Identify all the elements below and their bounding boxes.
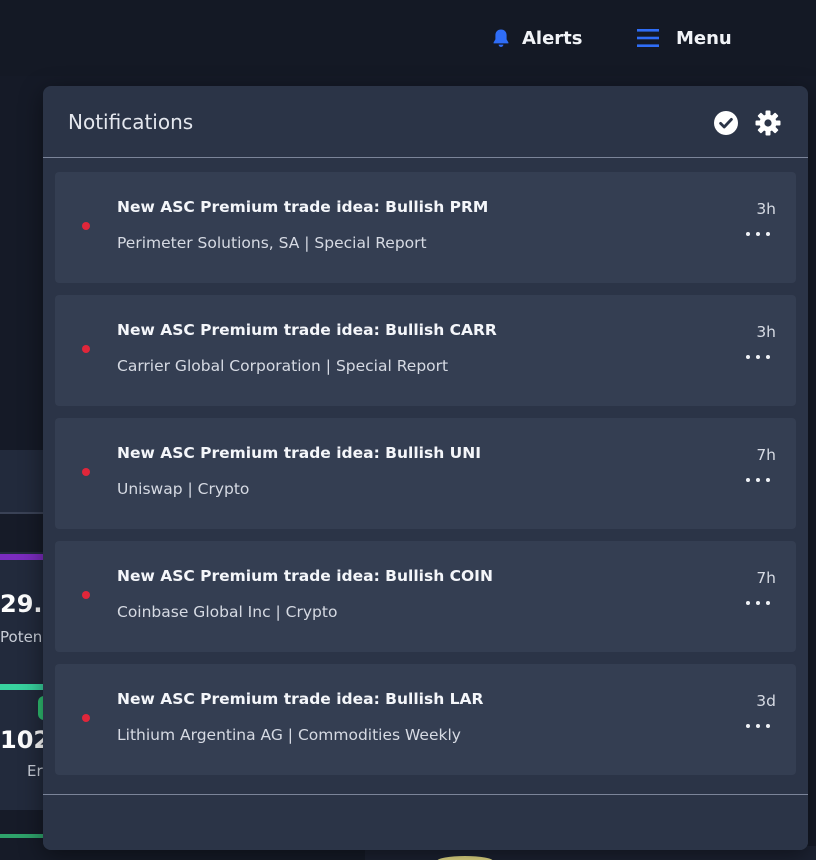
background-label: Poten	[0, 628, 43, 646]
menu-button[interactable]: Menu	[636, 22, 732, 54]
notification-title: New ASC Premium trade idea: Bullish LAR	[117, 690, 484, 708]
notification-time: 7h	[756, 446, 776, 464]
notification-title: New ASC Premium trade idea: Bullish CARR	[117, 321, 497, 339]
alerts-label: Alerts	[522, 27, 583, 49]
notification-list: New ASC Premium trade idea: Bullish PRM …	[55, 172, 796, 787]
notification-title: New ASC Premium trade idea: Bullish COIN	[117, 567, 493, 585]
unread-indicator	[82, 714, 90, 722]
notification-subtitle: Lithium Argentina AG | Commodities Weekl…	[117, 726, 461, 744]
notification-subtitle: Perimeter Solutions, SA | Special Report	[117, 234, 427, 252]
coin-icon	[437, 856, 493, 860]
check-circle-icon[interactable]	[713, 110, 739, 136]
notification-item[interactable]: New ASC Premium trade idea: Bullish CARR…	[55, 295, 796, 406]
panel-title: Notifications	[68, 110, 194, 134]
notification-subtitle: Carrier Global Corporation | Special Rep…	[117, 357, 449, 375]
hamburger-menu-icon	[636, 26, 660, 50]
notification-item[interactable]: New ASC Premium trade idea: Bullish PRM …	[55, 172, 796, 283]
notification-item[interactable]: New ASC Premium trade idea: Bullish LAR …	[55, 664, 796, 775]
unread-indicator	[82, 222, 90, 230]
notification-title: New ASC Premium trade idea: Bullish UNI	[117, 444, 481, 462]
notification-time: 3h	[756, 323, 776, 341]
notification-subtitle: Uniswap | Crypto	[117, 480, 250, 498]
notifications-header: Notifications	[43, 86, 808, 158]
more-options-icon[interactable]	[746, 720, 770, 732]
more-options-icon[interactable]	[746, 597, 770, 609]
more-options-icon[interactable]	[746, 351, 770, 363]
more-options-icon[interactable]	[746, 228, 770, 240]
alerts-button[interactable]: Alerts	[490, 22, 583, 54]
unread-indicator	[82, 591, 90, 599]
more-options-icon[interactable]	[746, 474, 770, 486]
notification-title: New ASC Premium trade idea: Bullish PRM	[117, 198, 489, 216]
menu-label: Menu	[676, 27, 732, 49]
unread-indicator	[82, 345, 90, 353]
notification-item[interactable]: New ASC Premium trade idea: Bullish UNI …	[55, 418, 796, 529]
background-label: Er	[27, 762, 43, 780]
top-bar: Alerts Menu	[0, 0, 816, 76]
unread-indicator	[82, 468, 90, 476]
gear-icon[interactable]	[755, 109, 781, 137]
notification-time: 3h	[756, 200, 776, 218]
notification-time: 3d	[756, 692, 776, 710]
notification-subtitle: Coinbase Global Inc | Crypto	[117, 603, 338, 621]
notification-time: 7h	[756, 569, 776, 587]
page: 29.5 Poten 102 Er Alerts Menu Notificati…	[0, 0, 816, 860]
notifications-footer	[43, 795, 808, 850]
notifications-panel: Notifications New ASC Premium trade idea…	[43, 86, 808, 850]
notification-item[interactable]: New ASC Premium trade idea: Bullish COIN…	[55, 541, 796, 652]
bell-icon	[490, 27, 512, 49]
